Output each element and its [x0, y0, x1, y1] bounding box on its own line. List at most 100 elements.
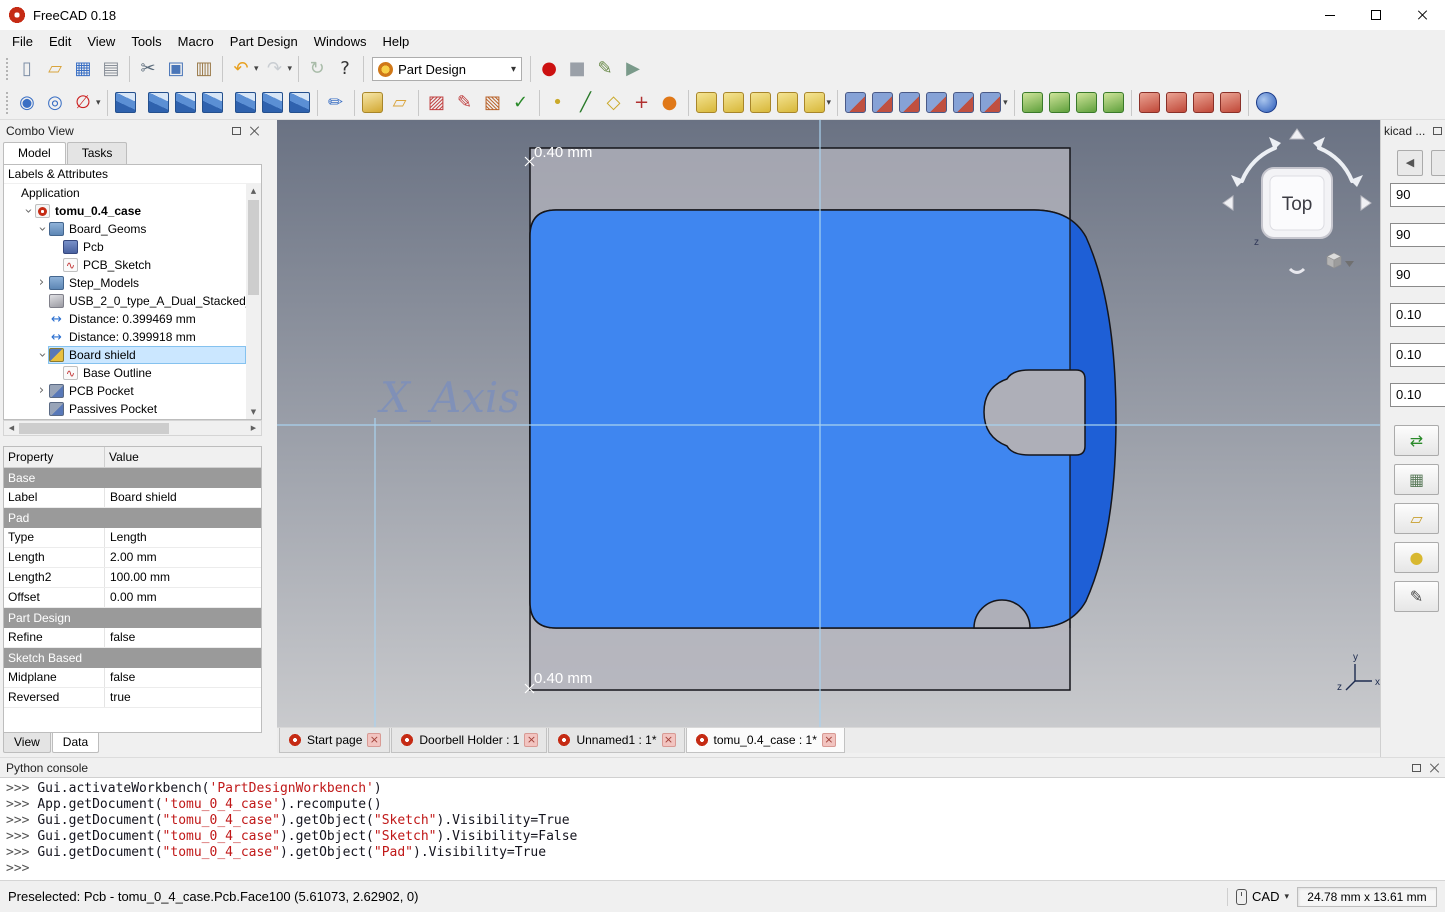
spinbox-field[interactable]: 90 [1390, 263, 1445, 287]
menu-windows[interactable]: Windows [306, 32, 375, 51]
refresh-button[interactable]: ↻ [304, 56, 330, 82]
tree-item-distance-0-399918-mm[interactable]: Distance: 0.399918 mm [4, 328, 246, 346]
property-row-length2[interactable]: Length2 100.00 mm [4, 568, 261, 588]
float-panel-icon[interactable] [1433, 126, 1442, 135]
tree-item-distance-0-399469-mm[interactable]: Distance: 0.399469 mm [4, 310, 246, 328]
tree-item-usb-2-0-type-a-dual-stacked-jac[interactable]: USB_2_0_type_A_Dual_Stacked_jac [4, 292, 246, 310]
close-tab-icon[interactable]: × [821, 733, 836, 747]
property-row-type[interactable]: Type Length [4, 528, 261, 548]
tree-item-board-geoms[interactable]: › Board_Geoms [4, 220, 246, 238]
property-row-refine[interactable]: Refine false [4, 628, 261, 648]
tree-item-passives-pocket[interactable]: Passives Pocket [4, 400, 246, 418]
property-row-length[interactable]: Length 2.00 mm [4, 548, 261, 568]
tree-item-pcb-pocket[interactable]: › PCB Pocket [4, 382, 246, 400]
fit-all-button[interactable]: ◉ [14, 90, 40, 116]
bottom-view-button[interactable] [260, 90, 285, 115]
datum-plane-button[interactable]: ◇ [601, 90, 627, 116]
menu-view[interactable]: View [79, 32, 123, 51]
save-button[interactable]: ▦ [70, 56, 96, 82]
tab-tasks[interactable]: Tasks [66, 142, 128, 164]
paste-button[interactable]: ▥ [191, 56, 217, 82]
vertical-scrollbar[interactable]: ▲ ▼ [246, 184, 261, 419]
collapse-chevron-icon[interactable]: › [20, 205, 36, 218]
rear-view-button[interactable] [233, 90, 258, 115]
macro-dialog-button[interactable]: ✎ [592, 56, 618, 82]
create-body-button[interactable] [360, 90, 385, 115]
document-tab-unnamed1-1[interactable]: Unnamed1 : 1* × [548, 728, 685, 753]
usb-plug-cutout-shape[interactable] [983, 369, 1086, 456]
property-row-label[interactable]: Label Board shield [4, 488, 261, 508]
footprints-button[interactable]: ▱ [1394, 503, 1439, 534]
draft-button[interactable] [1191, 90, 1216, 115]
menu-help[interactable]: Help [374, 32, 417, 51]
tree-item-application[interactable]: Application [4, 184, 246, 202]
datum-point-button[interactable]: • [545, 90, 571, 116]
groove-button[interactable] [897, 90, 922, 115]
property-row-reversed[interactable]: Reversed true [4, 688, 261, 708]
close-panel-icon[interactable] [1429, 763, 1439, 773]
edit-button[interactable]: ✎ [1394, 581, 1439, 612]
top-view-button[interactable] [173, 90, 198, 115]
scroll-left-icon[interactable]: ◀ [4, 421, 19, 435]
menu-tools[interactable]: Tools [123, 32, 169, 51]
cut-button[interactable]: ✂ [135, 56, 161, 82]
property-row-midplane[interactable]: Midplane false [4, 668, 261, 688]
document-tab-start-page[interactable]: Start page × [279, 728, 391, 753]
right-view-button[interactable] [200, 90, 225, 115]
scroll-down-icon[interactable]: ▼ [251, 405, 256, 419]
pad-button[interactable] [694, 90, 719, 115]
menu-part-design[interactable]: Part Design [222, 32, 306, 51]
macro-stop-button[interactable]: ■ [564, 56, 590, 82]
thickness-button[interactable] [1218, 90, 1243, 115]
linear-pattern-button[interactable] [1047, 90, 1072, 115]
polar-pattern-button[interactable] [1074, 90, 1099, 115]
macro-execute-button[interactable]: ▶ [620, 56, 646, 82]
3d-viewport-canvas[interactable]: X_Axis 0.40 mm 0.40 mm Top z y x z [277, 120, 1380, 727]
create-sketch-button[interactable]: ▨ [424, 90, 450, 116]
revolution-button[interactable] [721, 90, 746, 115]
left-view-button[interactable] [287, 90, 312, 115]
float-panel-icon[interactable] [1412, 763, 1421, 772]
scroll-thumb[interactable] [248, 200, 259, 295]
cylinder-button[interactable]: ● [1394, 542, 1439, 573]
kicad-panel-title-bar[interactable]: kicad ... [1381, 120, 1445, 141]
redo-button[interactable]: ↷ ▾ [262, 56, 294, 82]
workbench-selector[interactable]: Part Design ▾ [372, 57, 523, 81]
boolean-operation-button[interactable] [1254, 90, 1279, 115]
tree-item-tomu-0-4-case[interactable]: › tomu_0.4_case [4, 202, 246, 220]
toolbar-grip[interactable] [4, 58, 9, 80]
collapse-chevron-icon[interactable]: › [34, 349, 50, 362]
validate-sketch-button[interactable]: ✓ [508, 90, 534, 116]
horizontal-scrollbar[interactable]: ◀ ▶ [3, 420, 262, 436]
spinbox-field[interactable]: 0.10 [1390, 383, 1445, 407]
undo-button[interactable]: ↶ ▾ [228, 56, 260, 82]
maximize-button[interactable] [1353, 0, 1399, 30]
panel-splitter[interactable] [265, 120, 277, 757]
property-row-offset[interactable]: Offset 0.00 mm [4, 588, 261, 608]
multitransform-button[interactable] [1101, 90, 1126, 115]
3d-view[interactable]: X_Axis 0.40 mm 0.40 mm Top z y x z [277, 120, 1380, 727]
python-console-body[interactable]: >>> Gui.activateWorkbench('PartDesignWor… [0, 777, 1445, 880]
spinbox-field[interactable]: 90 [1390, 223, 1445, 247]
combo-view-title-bar[interactable]: Combo View [0, 120, 265, 141]
additive-pipe-button[interactable] [775, 90, 800, 115]
hole-button[interactable] [870, 90, 895, 115]
close-panel-icon[interactable] [249, 126, 259, 136]
tree-item-pcb[interactable]: Pcb [4, 238, 246, 256]
tab-view[interactable]: View [3, 733, 51, 753]
nav-cube-face-label[interactable]: Top [1282, 194, 1313, 215]
close-tab-icon[interactable]: × [524, 733, 539, 747]
toolbar-grip[interactable] [4, 91, 9, 114]
scroll-right-icon[interactable]: ▶ [246, 421, 261, 435]
spinbox-field[interactable]: 0.10 [1390, 303, 1445, 327]
tree-item-board-shield[interactable]: › Board shield [4, 346, 246, 364]
float-panel-icon[interactable] [232, 126, 241, 135]
expand-chevron-icon[interactable]: › [35, 275, 48, 291]
nav-style-selector[interactable]: CAD ▾ [1236, 888, 1289, 905]
additive-primitive-button[interactable]: ▾ [802, 90, 833, 115]
map-sketch-button[interactable]: ▧ [480, 90, 506, 116]
subtractive-loft-button[interactable] [924, 90, 949, 115]
menu-file[interactable]: File [4, 32, 41, 51]
close-tab-icon[interactable]: × [367, 733, 382, 747]
document-tab-doorbell-holder-1[interactable]: Doorbell Holder : 1 × [391, 728, 548, 753]
